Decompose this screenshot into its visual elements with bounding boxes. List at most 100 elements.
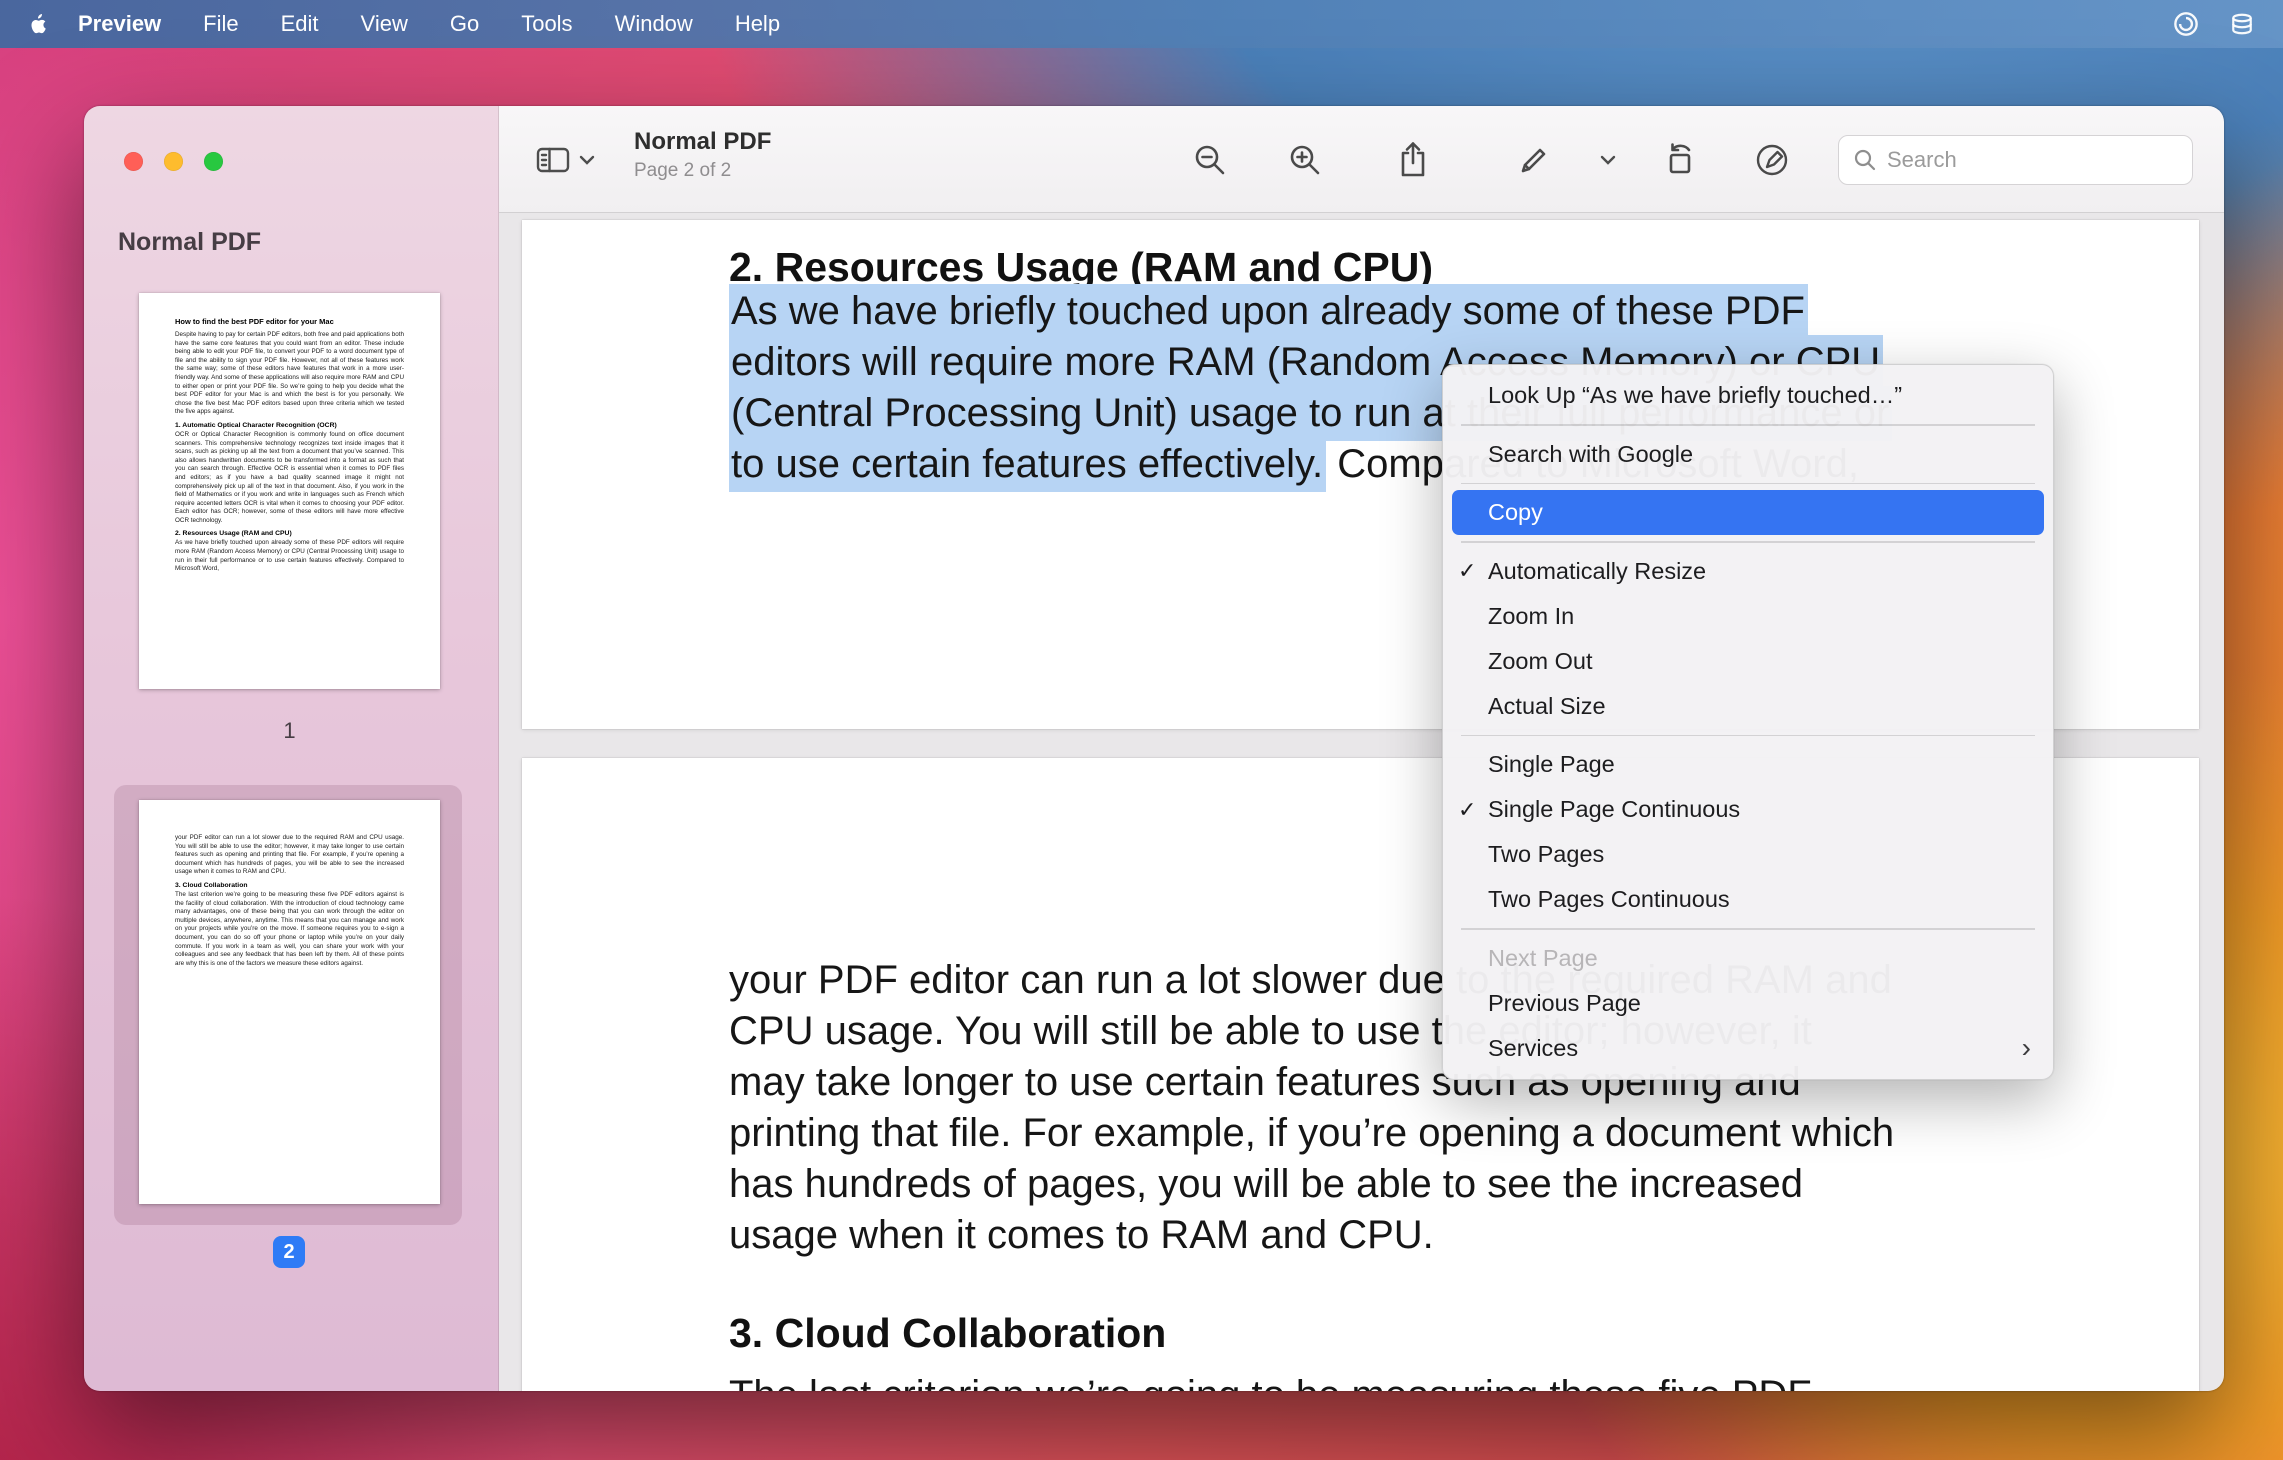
menu-item-copy[interactable]: Copy (1452, 490, 2044, 535)
menubar-item-tools[interactable]: Tools (500, 11, 593, 37)
menu-item-label: Single Page (1488, 751, 1615, 777)
rotate-button[interactable] (1656, 136, 1704, 184)
page-number-1: 1 (283, 718, 296, 743)
page-thumbnail-2[interactable]: your PDF editor can run a lot slower due… (139, 800, 440, 1204)
search-field[interactable] (1838, 135, 2193, 185)
menu-item-zoom-out[interactable]: Zoom Out (1443, 639, 2053, 684)
zoom-out-icon (1195, 145, 1225, 175)
thumb1-heading-1: 1. Automatic Optical Character Recogniti… (175, 421, 337, 429)
menubar-item-file[interactable]: File (182, 11, 259, 37)
share-icon (1401, 142, 1425, 177)
menu-item-label: Next Page (1488, 944, 1598, 971)
menu-item-next-page: Next Page (1443, 936, 2053, 981)
menu-item-single-page-continuous[interactable]: ✓ Single Page Continuous (1443, 787, 2053, 832)
apple-logo-icon[interactable] (28, 13, 47, 35)
toolbar: Normal PDF Page 2 of 2 (499, 106, 2224, 213)
rotate-icon (1669, 143, 1691, 174)
menu-item-previous-page[interactable]: Previous Page (1443, 981, 2053, 1026)
preview-window: Normal PDF How to find the best PDF edit… (84, 106, 2224, 1391)
search-input[interactable] (1887, 147, 2178, 173)
page-thumbnail-1[interactable]: How to find the best PDF editor for your… (139, 293, 440, 689)
thumb2-paragraph: your PDF editor can run a lot slower due… (175, 834, 404, 876)
thumb1-title: How to find the best PDF editor for your… (175, 317, 334, 326)
menubar-item-go[interactable]: Go (429, 11, 500, 37)
zoom-in-icon (1290, 145, 1320, 175)
menu-item-label: Automatically Resize (1488, 557, 1707, 584)
menu-separator (1461, 541, 2035, 543)
text-line: As we have briefly touched upon already … (729, 284, 1892, 339)
menu-item-label: Copy (1488, 499, 1543, 525)
check-icon: ✓ (1458, 796, 1477, 822)
desktop: Preview File Edit View Go Tools Window H… (0, 0, 2283, 1460)
menubar-item-window[interactable]: Window (594, 11, 714, 37)
annotate-dropdown-button[interactable] (1592, 136, 1624, 184)
menu-item-label: Previous Page (1488, 989, 1641, 1016)
zoom-in-button[interactable] (1281, 136, 1329, 184)
text-line: has hundreds of pages, you will be able … (729, 1162, 1804, 1206)
menu-item-look-up[interactable]: Look Up “As we have briefly touched…” (1443, 373, 2053, 418)
zoom-button[interactable] (204, 152, 223, 171)
menubar-item-edit[interactable]: Edit (260, 11, 340, 37)
partial-text-line: The last criterion we’re going to be mea… (729, 1370, 1812, 1391)
menu-bar: Preview File Edit View Go Tools Window H… (0, 0, 2283, 48)
menu-item-automatically-resize[interactable]: ✓ Automatically Resize (1443, 549, 2053, 594)
menu-item-label: Zoom In (1488, 602, 1575, 629)
submenu-chevron-icon: › (2021, 1032, 2031, 1063)
highlighter-icon (1521, 148, 1546, 173)
check-icon: ✓ (1458, 558, 1477, 583)
menu-item-label: Look Up “As we have briefly touched…” (1488, 382, 1903, 408)
menu-separator (1461, 424, 2035, 426)
window-controls (124, 152, 223, 171)
menu-item-label: Search with Google (1488, 440, 1694, 467)
thumb1-paragraph: As we have briefly touched upon already … (175, 539, 404, 573)
swirl-status-icon[interactable] (2173, 11, 2199, 37)
menu-separator (1461, 734, 2035, 736)
share-button[interactable] (1389, 136, 1437, 184)
menu-item-label: Single Page Continuous (1488, 796, 1741, 822)
context-menu: Look Up “As we have briefly touched…” Se… (1442, 364, 2054, 1080)
minimize-button[interactable] (164, 152, 183, 171)
sidebar: Normal PDF How to find the best PDF edit… (84, 106, 499, 1391)
thumb2-heading: 3. Cloud Collaboration (175, 881, 248, 889)
sidebar-document-title: Normal PDF (118, 228, 262, 256)
menu-item-two-pages[interactable]: Two Pages (1443, 832, 2053, 877)
section-heading-cloud: 3. Cloud Collaboration (729, 1310, 1167, 1356)
markup-pen-icon (1756, 144, 1788, 176)
menubar-status-area (2173, 11, 2283, 37)
thumb2-paragraph: The last criterion we’re going to be mea… (175, 890, 404, 967)
page-indicator: Page 2 of 2 (634, 160, 732, 181)
menu-item-label: Services (1488, 1034, 1579, 1061)
sidebar-toggle-icon (535, 145, 571, 175)
annotate-button[interactable] (1510, 136, 1558, 184)
text-line: usage when it comes to RAM and CPU. (729, 1213, 1434, 1257)
zoom-out-button[interactable] (1186, 136, 1234, 184)
menu-item-label: Zoom Out (1488, 647, 1593, 674)
toolbar-title-group: Normal PDF Page 2 of 2 (634, 128, 771, 182)
menu-item-label: Two Pages (1488, 841, 1605, 867)
text-line: printing that file. For example, if you’… (729, 1111, 1895, 1155)
menu-item-zoom-in[interactable]: Zoom In (1443, 594, 2053, 639)
stack-status-icon[interactable] (2229, 12, 2255, 36)
menu-item-actual-size[interactable]: Actual Size (1443, 684, 2053, 729)
menu-separator (1461, 928, 2035, 930)
chevron-down-icon (1600, 155, 1616, 165)
menubar-app-name[interactable]: Preview (57, 11, 182, 37)
menu-item-two-pages-continuous[interactable]: Two Pages Continuous (1443, 877, 2053, 922)
sidebar-toggle-button[interactable] (535, 136, 597, 184)
menubar-item-help[interactable]: Help (714, 11, 801, 37)
markup-button[interactable] (1748, 136, 1796, 184)
page-number-2-badge: 2 (273, 1236, 305, 1268)
chevron-down-icon (579, 155, 595, 165)
thumb1-paragraph: Despite having to pay for certain PDF ed… (175, 331, 404, 416)
search-icon (1853, 148, 1877, 172)
selected-text: As we have briefly touched upon already … (729, 284, 1808, 339)
menu-item-search-with-google[interactable]: Search with Google (1443, 432, 2053, 477)
menu-item-single-page[interactable]: Single Page (1443, 742, 2053, 787)
document-title: Normal PDF (634, 128, 772, 155)
menu-separator (1461, 482, 2035, 484)
close-button[interactable] (124, 152, 143, 171)
menubar-item-view[interactable]: View (340, 11, 429, 37)
thumb1-paragraph: OCR or Optical Character Recognition is … (175, 430, 404, 524)
thumb1-heading-2: 2. Resources Usage (RAM and CPU) (175, 530, 292, 538)
menu-item-services[interactable]: Services › (1443, 1026, 2053, 1071)
